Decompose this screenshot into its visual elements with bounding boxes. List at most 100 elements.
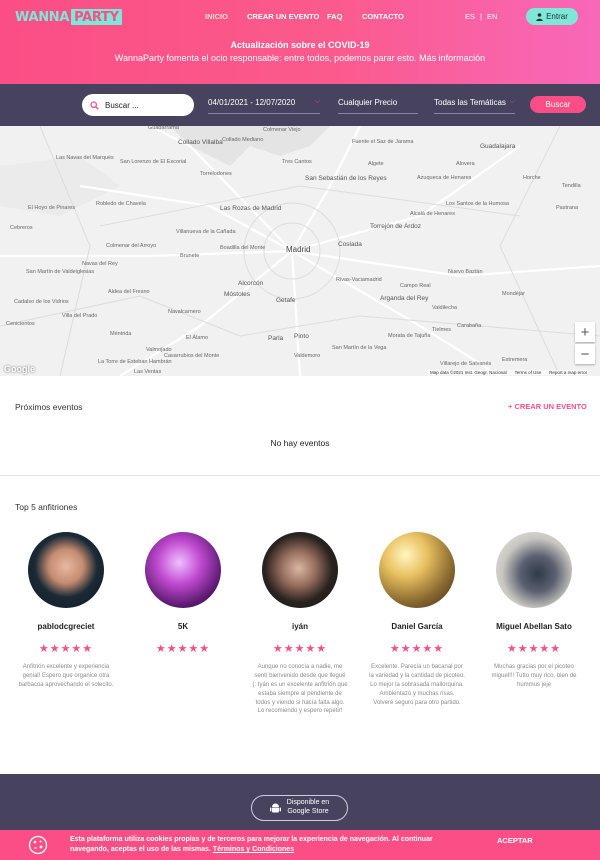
map-report-link[interactable]: Report a map error xyxy=(549,370,587,375)
host-review: Anfitrión excelente y experiencia genial… xyxy=(18,664,114,688)
map-label: Algete xyxy=(368,161,384,167)
map-terms-link[interactable]: Terms of Use xyxy=(515,370,542,375)
price-select[interactable]: Cualquier Precio xyxy=(338,98,418,114)
star-rating-icon: ★★★★★ xyxy=(506,643,562,655)
map-label: Cenicientos xyxy=(6,321,35,327)
host-review: Muchas gracias por el picoteo miguel!!! … xyxy=(491,664,577,688)
map-label: Valdemoro xyxy=(294,353,321,359)
covid-banner-message: WannaParty fomenta el ocio responsable: … xyxy=(114,53,417,63)
covid-more-info-link[interactable]: Más información xyxy=(419,53,485,63)
search-button[interactable]: Buscar xyxy=(530,96,586,113)
search-input[interactable]: Buscar ... xyxy=(82,94,194,116)
avatar xyxy=(145,532,221,608)
map[interactable]: Guadarrama Collado Villalba Collado Medi… xyxy=(0,126,600,376)
map-label: Valdilecha xyxy=(432,305,457,311)
nav-item-contacto[interactable]: CONTACTO xyxy=(362,12,404,21)
map-label: Collado Mediano xyxy=(222,137,264,143)
covid-banner-text: WannaParty fomenta el ocio responsable: … xyxy=(0,53,600,63)
google-logo[interactable]: Google xyxy=(4,364,35,374)
map-label: Mondéjar xyxy=(502,291,525,297)
host-name: Miguel Abellan Sato xyxy=(496,622,572,631)
map-label: Méntrida xyxy=(110,331,132,337)
logo-part-wanna: WANNA xyxy=(15,9,70,25)
store-line-1: Disponible en xyxy=(286,799,330,807)
map-label: Pastrana xyxy=(556,205,579,211)
zoom-in-button[interactable]: + xyxy=(575,322,595,342)
date-range-select[interactable]: 04/01/2021 - 12/07/2020 ⌵ xyxy=(208,98,320,114)
map-label: Alcorcón xyxy=(238,280,264,287)
cookie-banner: Esta plataforma utiliza cookies propias … xyxy=(0,830,600,860)
lang-es[interactable]: ES xyxy=(465,12,475,21)
host-card[interactable]: Miguel Abellan Sato ★★★★★ Muchas gracias… xyxy=(479,532,589,690)
map-label: Rivas-Vaciamadrid xyxy=(336,277,382,283)
lang-en[interactable]: EN xyxy=(487,12,497,21)
avatar xyxy=(379,532,455,608)
accept-cookies-button[interactable]: ACEPTAR xyxy=(497,836,533,845)
create-event-link[interactable]: + CREAR UN EVENTO xyxy=(508,402,587,411)
map-label: Móstoles xyxy=(224,291,251,298)
map-label: Getafe xyxy=(276,297,296,304)
google-store-button[interactable]: Disponible en Google Store xyxy=(251,795,348,821)
theme-value: Todas las Temáticas xyxy=(434,98,506,107)
star-rating-icon: ★★★★★ xyxy=(38,643,94,655)
star-rating-icon: ★★★★★ xyxy=(155,643,211,655)
terms-link[interactable]: Términos y Condiciones xyxy=(213,846,294,853)
store-line-2: Google Store xyxy=(287,808,329,815)
map-label: Brunete xyxy=(180,253,200,259)
logo[interactable]: WANNA PARTY xyxy=(15,8,122,26)
host-name: pablodcgreciet xyxy=(37,622,95,631)
map-label: Torrejón de Ardoz xyxy=(370,223,421,230)
covid-banner-title: Actualización sobre el COVID-19 xyxy=(230,40,370,50)
map-label: Colmenar del Arroyo xyxy=(106,243,157,249)
host-card[interactable]: Daniel García ★★★★★ Excelente. Parecía u… xyxy=(362,532,472,707)
map-label: San Martín de Valdeiglesias xyxy=(26,269,95,275)
map-label: Pinto xyxy=(294,333,309,340)
avatar xyxy=(496,532,572,608)
map-label: Villarejo de Salvanés xyxy=(440,361,492,367)
map-label: Torrelodones xyxy=(200,171,232,177)
map-label: Guadarrama xyxy=(148,126,179,131)
map-label: Estremera xyxy=(502,357,528,363)
host-card[interactable]: iyán ★★★★★ Aunque no conocía a nadie, me… xyxy=(245,532,355,716)
login-label: Entrar xyxy=(546,12,568,21)
map-label: Cadalso de los Vidrios xyxy=(14,299,69,305)
map-label: Campo Real xyxy=(400,283,431,289)
map-label: Madrid xyxy=(286,245,311,254)
zoom-out-button[interactable]: − xyxy=(575,344,595,364)
nav-item-crear-evento[interactable]: CREAR UN EVENTO xyxy=(247,12,319,21)
host-card[interactable]: pablodcgreciet ★★★★★ Anfitrión excelente… xyxy=(11,532,121,690)
host-card[interactable]: 5K ★★★★★ xyxy=(128,532,238,663)
map-label: La Torre de Esteban Hambrán xyxy=(98,359,172,365)
header: WANNA PARTY INICIO CREAR UN EVENTO FAQ C… xyxy=(0,0,600,84)
nav-item-faq[interactable]: FAQ xyxy=(327,12,342,21)
map-label: Guadalajara xyxy=(480,143,516,150)
map-label: Boadilla del Monte xyxy=(220,245,266,251)
language-switch: ES | EN xyxy=(465,12,497,21)
map-label: Tendilla xyxy=(562,183,581,189)
chevron-down-icon: ⌵ xyxy=(509,98,515,105)
host-name: Daniel García xyxy=(391,622,443,631)
cookie-text: Esta plataforma utiliza cookies propias … xyxy=(70,835,470,855)
date-range-value: 04/01/2021 - 12/07/2020 xyxy=(208,98,296,107)
search-icon xyxy=(90,100,99,110)
map-label: Navalcarnero xyxy=(168,309,201,315)
host-review: Aunque no conocía a nadie, me sentí bien… xyxy=(252,664,348,715)
map-data-credit: Map data ©2021 Inst. Geogr. Nacional xyxy=(430,370,507,375)
map-label: Villanueva de la Cañada xyxy=(176,229,236,235)
star-rating-icon: ★★★★★ xyxy=(389,643,445,655)
theme-select[interactable]: Todas las Temáticas ⌵ xyxy=(434,98,515,114)
map-label: El Hoyo de Pinares xyxy=(28,205,76,211)
map-label: Las Ventas xyxy=(134,369,162,375)
cookie-icon xyxy=(28,835,48,855)
map-label: Las Navas del Marqués xyxy=(56,155,114,161)
login-button[interactable]: Entrar xyxy=(526,8,578,25)
nav-item-inicio[interactable]: INICIO xyxy=(205,12,228,21)
section-divider xyxy=(0,475,600,476)
avatar xyxy=(262,532,338,608)
map-label: Morata de Tajuña xyxy=(388,333,431,339)
map-label: Valmojado xyxy=(146,347,172,353)
map-attribution: Map data ©2021 Inst. Geogr. Nacional Ter… xyxy=(428,370,590,375)
google-store-label: Disponible en Google Store xyxy=(287,799,329,817)
avatar xyxy=(28,532,104,608)
host-name: 5K xyxy=(177,622,189,631)
